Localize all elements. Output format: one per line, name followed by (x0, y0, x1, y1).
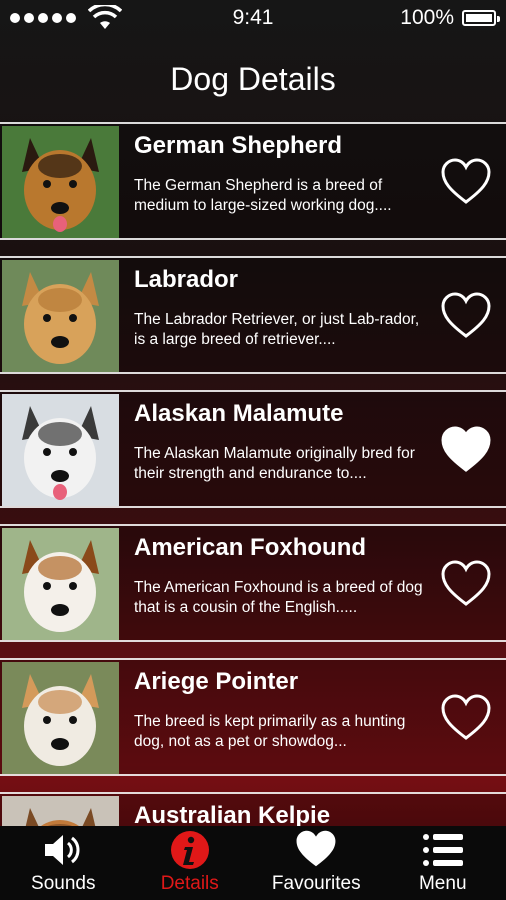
breed-list-item[interactable]: American Foxhound The American Foxhound … (0, 524, 506, 642)
breed-list-item[interactable]: German Shepherd The German Shepherd is a… (0, 122, 506, 240)
battery-percent: 100% (400, 6, 454, 29)
breed-name: American Foxhound (134, 534, 367, 561)
tab-label: Favourites (271, 873, 361, 894)
breed-list-item[interactable]: Labrador The Labrador Retriever, or just… (0, 256, 506, 374)
favourite-heart-icon[interactable] (440, 694, 492, 742)
dog-thumbnail (2, 126, 119, 238)
tab-menu[interactable]: Menu (380, 826, 506, 900)
breed-description: The Labrador Retriever, or just Lab-rado… (134, 311, 420, 348)
tab-label: Menu (418, 873, 467, 894)
breed-name: German Shepherd (134, 132, 343, 159)
favourite-heart-icon[interactable] (440, 560, 492, 608)
breed-description: The breed is kept primarily as a hunting… (134, 713, 406, 750)
favourite-heart-icon[interactable] (440, 158, 492, 206)
signal-strength-icon (10, 5, 122, 31)
menu-icon (421, 829, 465, 871)
wifi-icon (88, 5, 122, 29)
battery-icon (462, 10, 500, 26)
breed-description: The German Shepherd is a breed of medium… (134, 177, 392, 214)
breed-list[interactable]: German Shepherd The German Shepherd is a… (0, 122, 506, 826)
breed-name: Ariege Pointer (134, 668, 299, 695)
page-title: Dog Details (170, 60, 336, 97)
tab-label: Details (160, 873, 219, 894)
dog-thumbnail (2, 394, 119, 506)
speaker-icon (41, 829, 85, 871)
breed-list-item[interactable]: Alaskan Malamute The Alaskan Malamute or… (0, 390, 506, 508)
heart-icon (294, 829, 338, 871)
tab-bar: Sounds Details Favourites Menu (0, 826, 506, 900)
dog-thumbnail (2, 528, 119, 640)
breed-description: The American Foxhound is a breed of dog … (134, 579, 423, 616)
favourite-heart-icon[interactable] (440, 292, 492, 340)
dog-thumbnail (2, 796, 119, 826)
status-bar: 9:41 100% (0, 0, 506, 36)
tab-details[interactable]: Details (127, 826, 254, 900)
tab-sounds[interactable]: Sounds (0, 826, 127, 900)
breed-list-item[interactable]: Ariege Pointer The breed is kept primari… (0, 658, 506, 776)
breed-list-item[interactable]: Australian Kelpie (0, 792, 506, 826)
favourite-heart-icon[interactable] (440, 426, 492, 474)
dog-thumbnail (2, 260, 119, 372)
tab-label: Sounds (31, 873, 96, 894)
breed-name: Alaskan Malamute (134, 400, 344, 427)
breed-description: The Alaskan Malamute originally bred for… (134, 445, 415, 482)
tab-favourites[interactable]: Favourites (253, 826, 380, 900)
breed-name: Australian Kelpie (134, 802, 331, 826)
dog-thumbnail (2, 662, 119, 774)
breed-name: Labrador (134, 266, 239, 293)
info-icon (168, 829, 212, 871)
